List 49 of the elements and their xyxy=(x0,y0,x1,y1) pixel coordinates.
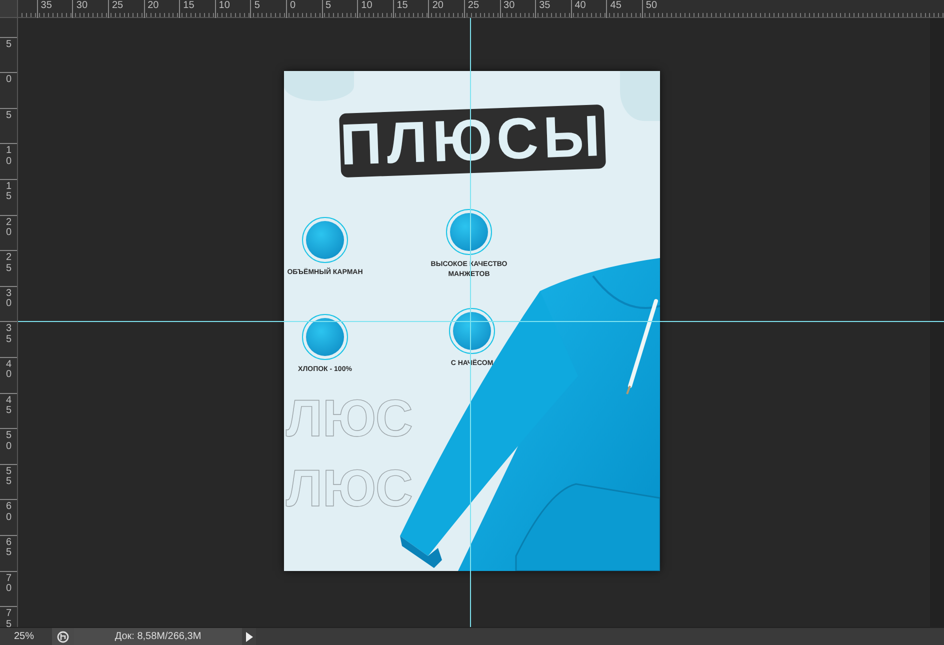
ruler-label: 65 xyxy=(6,538,12,559)
ruler-label: 15 xyxy=(396,0,408,12)
zoom-level[interactable]: 25% xyxy=(0,628,50,645)
ruler-label: 20 xyxy=(148,0,159,12)
ruler-label: 75 xyxy=(6,609,12,627)
ruler-label: 25 xyxy=(112,0,124,12)
ruler-label: 40 xyxy=(6,360,12,381)
feature-icon xyxy=(302,217,348,263)
ruler-label: 55 xyxy=(6,466,12,488)
scroll-track[interactable] xyxy=(930,18,944,627)
ruler-label: 10 xyxy=(6,146,12,168)
feature-icon xyxy=(302,314,348,360)
ruler-label: 30 xyxy=(504,0,515,12)
ruler-label: 15 xyxy=(183,0,194,12)
ruler-label: 45 xyxy=(6,396,12,417)
document-info: Док: 8,58M/266,3M xyxy=(74,628,242,645)
outlined-text: ЛЮС xyxy=(286,393,413,445)
expand-button[interactable] xyxy=(242,628,256,645)
ruler-label: 25 xyxy=(468,0,480,12)
ruler-label: 10 xyxy=(361,0,372,12)
ruler-label: 50 xyxy=(6,431,12,452)
leaf-shape xyxy=(620,71,660,121)
ruler-label: 5 xyxy=(254,0,260,12)
ruler-label: 35 xyxy=(6,324,12,346)
play-icon xyxy=(245,632,253,642)
ruler-label: 35 xyxy=(539,0,550,12)
ruler-label: 35 xyxy=(40,0,52,12)
ruler-label: 60 xyxy=(6,502,12,524)
ruler-label: 0 xyxy=(6,75,12,86)
leaf-shape xyxy=(284,71,354,101)
feature-icon xyxy=(446,209,492,255)
ruler-label: 70 xyxy=(6,574,12,594)
ruler-label: 30 xyxy=(76,0,88,12)
ruler-label: 5 xyxy=(6,110,12,122)
ruler-label: 5 xyxy=(326,0,332,12)
ruler-label: 20 xyxy=(6,218,12,239)
outlined-text: ЛЮС xyxy=(286,463,413,515)
ruler-label: 25 xyxy=(6,253,12,274)
ruler-label: 45 xyxy=(610,0,622,12)
ruler-label: 10 xyxy=(218,0,230,12)
ruler-label: 50 xyxy=(646,0,658,12)
ruler-label: 0 xyxy=(290,0,296,12)
ruler-label: 15 xyxy=(6,182,12,203)
status-icon[interactable] xyxy=(57,630,69,642)
ruler-label: 20 xyxy=(432,0,444,12)
ruler-label: 5 xyxy=(6,40,12,50)
ruler-label: 40 xyxy=(574,0,586,12)
feature-icon xyxy=(449,308,495,354)
ruler-label: 30 xyxy=(6,288,12,310)
